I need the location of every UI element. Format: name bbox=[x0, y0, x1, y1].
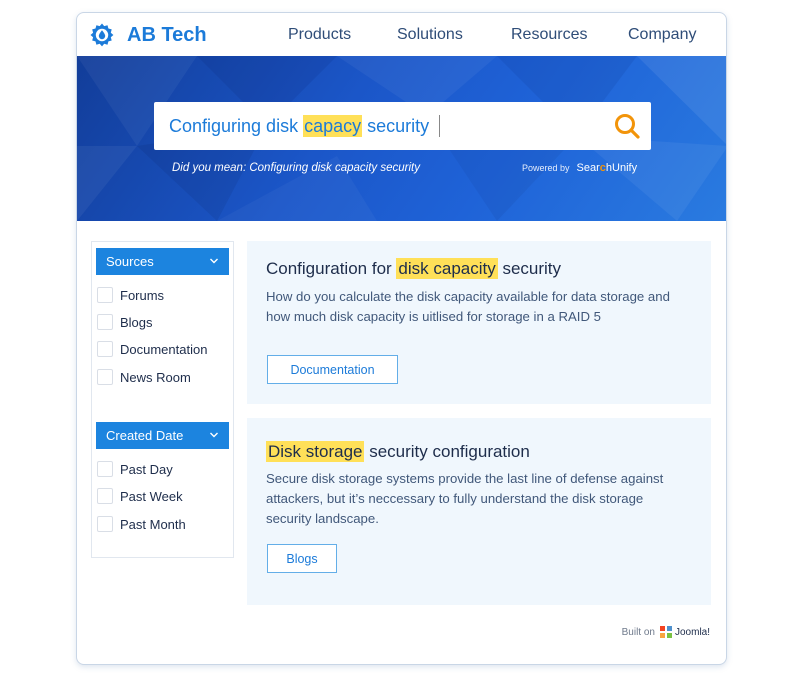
search-icon[interactable] bbox=[613, 112, 641, 140]
facet-option-documentation[interactable]: Documentation bbox=[97, 341, 207, 357]
facet-option-past-week[interactable]: Past Week bbox=[97, 488, 183, 504]
facet-title: Created Date bbox=[106, 428, 184, 443]
search-query-text: Configuring disk capacy security bbox=[169, 114, 430, 137]
checkbox[interactable] bbox=[97, 461, 113, 477]
text-cursor bbox=[439, 115, 441, 137]
facet-option-blogs[interactable]: Blogs bbox=[97, 314, 153, 330]
did-you-mean-suggestion[interactable]: Did you mean: Configuring disk capacity … bbox=[172, 162, 420, 174]
title-text: security bbox=[497, 259, 562, 278]
joomla-icon bbox=[659, 626, 672, 638]
checkbox[interactable] bbox=[97, 314, 113, 330]
option-label: Past Day bbox=[120, 461, 173, 477]
brand-logo[interactable]: AB Tech bbox=[89, 22, 207, 48]
nav-products[interactable]: Products bbox=[288, 26, 351, 44]
brand-text: hUnify bbox=[605, 162, 638, 174]
result-title[interactable]: Disk storage security configuration bbox=[266, 441, 530, 462]
facet-header-created-date[interactable]: Created Date bbox=[96, 422, 229, 449]
result-tag-documentation[interactable]: Documentation bbox=[267, 355, 398, 384]
facet-option-past-month[interactable]: Past Month bbox=[97, 516, 186, 532]
facet-option-news-room[interactable]: News Room bbox=[97, 369, 191, 385]
powered-by: Powered by SearchUnify bbox=[522, 162, 637, 174]
checkbox[interactable] bbox=[97, 488, 113, 504]
nav-resources[interactable]: Resources bbox=[511, 26, 587, 44]
top-header: AB Tech Products Solutions Resources Com… bbox=[77, 13, 726, 57]
checkbox[interactable] bbox=[97, 516, 113, 532]
option-label: Documentation bbox=[120, 341, 208, 357]
query-part: Configuring disk bbox=[169, 115, 304, 136]
title-text: Configuration for bbox=[266, 259, 397, 278]
option-label: Past Month bbox=[120, 516, 186, 532]
result-tag-blogs[interactable]: Blogs bbox=[267, 544, 337, 573]
facet-sidebar: Sources Forums Blogs Documentation News … bbox=[91, 241, 234, 558]
result-description: How do you calculate the disk capacity a… bbox=[266, 289, 670, 324]
chevron-down-icon bbox=[210, 432, 218, 438]
query-highlight: capacy bbox=[303, 114, 363, 137]
facet-option-past-day[interactable]: Past Day bbox=[97, 461, 173, 477]
facet-header-sources[interactable]: Sources bbox=[96, 248, 229, 275]
title-highlight: disk capacity bbox=[396, 258, 498, 279]
chevron-down-icon bbox=[210, 258, 218, 264]
searchunify-logo[interactable]: SearchUnify bbox=[577, 162, 638, 174]
result-card: Disk storage security configuration Secu… bbox=[247, 418, 711, 605]
facet-option-forums[interactable]: Forums bbox=[97, 287, 164, 303]
gear-drop-logo-icon bbox=[90, 23, 114, 47]
footer-built-on: Built on Joomla! bbox=[622, 626, 710, 638]
joomla-logo[interactable]: Joomla! bbox=[659, 626, 710, 638]
option-label: Past Week bbox=[120, 488, 183, 504]
result-card: Configuration for disk capacity security… bbox=[247, 241, 711, 404]
option-label: Blogs bbox=[120, 314, 153, 330]
built-on-label: Built on bbox=[621, 626, 655, 638]
title-text: security configuration bbox=[364, 442, 530, 461]
result-title[interactable]: Configuration for disk capacity security bbox=[266, 258, 562, 279]
search-input[interactable]: Configuring disk capacy security bbox=[154, 102, 651, 150]
search-hero-banner: Configuring disk capacy security Did you… bbox=[77, 56, 726, 221]
option-label: News Room bbox=[120, 369, 191, 385]
checkbox[interactable] bbox=[97, 287, 113, 303]
title-highlight: Disk storage bbox=[266, 441, 365, 462]
powered-by-label: Powered by bbox=[522, 163, 570, 173]
brand-name: AB Tech bbox=[127, 23, 207, 46]
result-description: Secure disk storage systems provide the … bbox=[266, 471, 664, 526]
nav-solutions[interactable]: Solutions bbox=[397, 26, 463, 44]
facet-title: Sources bbox=[106, 254, 154, 269]
checkbox[interactable] bbox=[97, 369, 113, 385]
page-frame: AB Tech Products Solutions Resources Com… bbox=[76, 12, 727, 665]
option-label: Forums bbox=[120, 287, 165, 303]
query-part: security bbox=[362, 115, 430, 136]
joomla-text: Joomla! bbox=[674, 626, 710, 638]
brand-text: Sear bbox=[576, 162, 600, 174]
nav-company[interactable]: Company bbox=[628, 26, 696, 44]
checkbox[interactable] bbox=[97, 341, 113, 357]
